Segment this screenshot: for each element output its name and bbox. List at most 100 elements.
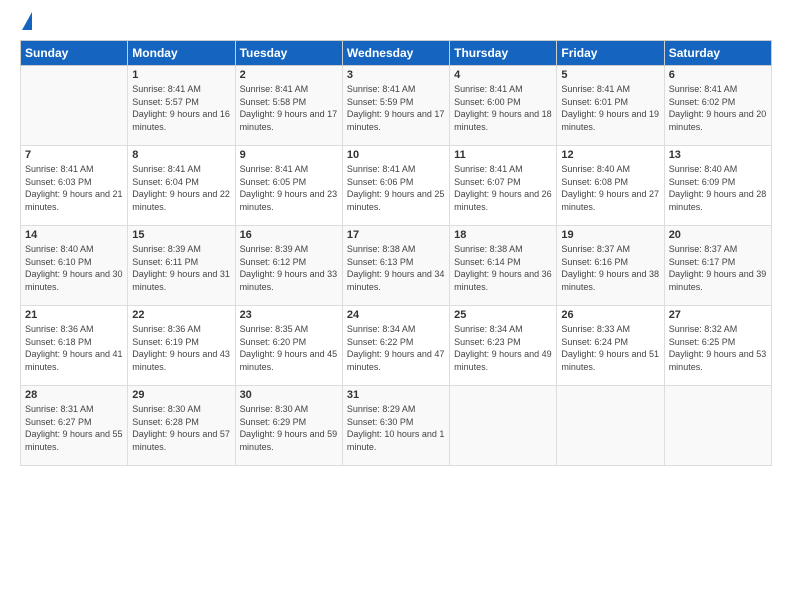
calendar-cell: 21 Sunrise: 8:36 AMSunset: 6:18 PMDayligh… bbox=[21, 306, 128, 386]
cell-details: Sunrise: 8:41 AMSunset: 6:06 PMDaylight:… bbox=[347, 163, 445, 213]
cell-details: Sunrise: 8:39 AMSunset: 6:11 PMDaylight:… bbox=[132, 243, 230, 293]
cell-details: Sunrise: 8:41 AMSunset: 5:58 PMDaylight:… bbox=[240, 83, 338, 133]
cell-details: Sunrise: 8:41 AMSunset: 6:01 PMDaylight:… bbox=[561, 83, 659, 133]
day-number: 18 bbox=[454, 229, 552, 241]
calendar-cell: 19Sunrise: 8:37 AMSunset: 6:16 PMDayligh… bbox=[557, 226, 664, 306]
calendar-cell: 11Sunrise: 8:41 AMSunset: 6:07 PMDayligh… bbox=[450, 146, 557, 226]
calendar-table: SundayMondayTuesdayWednesdayThursdayFrid… bbox=[20, 40, 772, 466]
calendar-cell: 10 Sunrise: 8:41 AMSunset: 6:06 PMDayligh… bbox=[342, 146, 449, 226]
cell-details: Sunrise: 8:34 AMSunset: 6:22 PMDaylight:… bbox=[347, 323, 445, 373]
day-number: 25 bbox=[454, 309, 552, 321]
column-header-saturday: Saturday bbox=[664, 41, 771, 66]
calendar-cell: 16 Sunrise: 8:39 AMSunset: 6:12 PMDayligh… bbox=[235, 226, 342, 306]
calendar-cell: 7 Sunrise: 8:41 AMSunset: 6:03 PMDaylight… bbox=[21, 146, 128, 226]
column-header-sunday: Sunday bbox=[21, 41, 128, 66]
calendar-cell: 5 Sunrise: 8:41 AMSunset: 6:01 PMDaylight… bbox=[557, 66, 664, 146]
day-number: 16 bbox=[240, 229, 338, 241]
page: SundayMondayTuesdayWednesdayThursdayFrid… bbox=[0, 0, 792, 612]
cell-details: Sunrise: 8:41 AMSunset: 6:00 PMDaylight:… bbox=[454, 83, 552, 133]
calendar-cell: 9 Sunrise: 8:41 AMSunset: 6:05 PMDaylight… bbox=[235, 146, 342, 226]
cell-details: Sunrise: 8:41 AMSunset: 6:04 PMDaylight:… bbox=[132, 163, 230, 213]
cell-details: Sunrise: 8:39 AMSunset: 6:12 PMDaylight:… bbox=[240, 243, 338, 293]
calendar-row-3: 14Sunrise: 8:40 AMSunset: 6:10 PMDayligh… bbox=[21, 226, 772, 306]
cell-details: Sunrise: 8:30 AMSunset: 6:29 PMDaylight:… bbox=[240, 403, 338, 453]
day-number: 11 bbox=[454, 149, 552, 161]
calendar-cell: 12 Sunrise: 8:40 AMSunset: 6:08 PMDayligh… bbox=[557, 146, 664, 226]
calendar-cell bbox=[21, 66, 128, 146]
day-number: 10 bbox=[347, 149, 445, 161]
logo bbox=[20, 16, 32, 30]
cell-details: Sunrise: 8:29 AMSunset: 6:30 PMDaylight:… bbox=[347, 403, 445, 453]
calendar-cell: 20 Sunrise: 8:37 AMSunset: 6:17 PMDayligh… bbox=[664, 226, 771, 306]
calendar-cell: 18 Sunrise: 8:38 AMSunset: 6:14 PMDayligh… bbox=[450, 226, 557, 306]
day-number: 21 bbox=[25, 309, 123, 321]
header bbox=[20, 16, 772, 30]
cell-details: Sunrise: 8:38 AMSunset: 6:14 PMDaylight:… bbox=[454, 243, 552, 293]
calendar-cell: 17Sunrise: 8:38 AMSunset: 6:13 PMDayligh… bbox=[342, 226, 449, 306]
calendar-cell: 3 Sunrise: 8:41 AMSunset: 5:59 PMDaylight… bbox=[342, 66, 449, 146]
day-number: 15 bbox=[132, 229, 230, 241]
cell-details: Sunrise: 8:41 AMSunset: 5:59 PMDaylight:… bbox=[347, 83, 445, 133]
day-number: 19 bbox=[561, 229, 659, 241]
cell-details: Sunrise: 8:36 AMSunset: 6:19 PMDaylight:… bbox=[132, 323, 230, 373]
column-header-thursday: Thursday bbox=[450, 41, 557, 66]
cell-details: Sunrise: 8:41 AMSunset: 6:05 PMDaylight:… bbox=[240, 163, 338, 213]
calendar-row-2: 7 Sunrise: 8:41 AMSunset: 6:03 PMDaylight… bbox=[21, 146, 772, 226]
calendar-cell: 22 Sunrise: 8:36 AMSunset: 6:19 PMDayligh… bbox=[128, 306, 235, 386]
day-number: 6 bbox=[669, 69, 767, 81]
day-number: 8 bbox=[132, 149, 230, 161]
calendar-row-4: 21 Sunrise: 8:36 AMSunset: 6:18 PMDayligh… bbox=[21, 306, 772, 386]
day-number: 23 bbox=[240, 309, 338, 321]
cell-details: Sunrise: 8:41 AMSunset: 6:02 PMDaylight:… bbox=[669, 83, 767, 133]
day-number: 13 bbox=[669, 149, 767, 161]
cell-details: Sunrise: 8:33 AMSunset: 6:24 PMDaylight:… bbox=[561, 323, 659, 373]
calendar-cell bbox=[557, 386, 664, 466]
day-number: 4 bbox=[454, 69, 552, 81]
calendar-cell: 27Sunrise: 8:32 AMSunset: 6:25 PMDayligh… bbox=[664, 306, 771, 386]
day-number: 26 bbox=[561, 309, 659, 321]
cell-details: Sunrise: 8:38 AMSunset: 6:13 PMDaylight:… bbox=[347, 243, 445, 293]
calendar-header-row: SundayMondayTuesdayWednesdayThursdayFrid… bbox=[21, 41, 772, 66]
column-header-friday: Friday bbox=[557, 41, 664, 66]
day-number: 20 bbox=[669, 229, 767, 241]
calendar-cell: 2 Sunrise: 8:41 AMSunset: 5:58 PMDaylight… bbox=[235, 66, 342, 146]
cell-details: Sunrise: 8:41 AMSunset: 6:03 PMDaylight:… bbox=[25, 163, 123, 213]
day-number: 9 bbox=[240, 149, 338, 161]
calendar-cell: 4 Sunrise: 8:41 AMSunset: 6:00 PMDaylight… bbox=[450, 66, 557, 146]
cell-details: Sunrise: 8:32 AMSunset: 6:25 PMDaylight:… bbox=[669, 323, 767, 373]
calendar-cell: 24 Sunrise: 8:34 AMSunset: 6:22 PMDayligh… bbox=[342, 306, 449, 386]
calendar-cell: 30Sunrise: 8:30 AMSunset: 6:29 PMDayligh… bbox=[235, 386, 342, 466]
day-number: 7 bbox=[25, 149, 123, 161]
calendar-cell bbox=[450, 386, 557, 466]
column-header-tuesday: Tuesday bbox=[235, 41, 342, 66]
calendar-row-1: 1Sunrise: 8:41 AMSunset: 5:57 PMDaylight… bbox=[21, 66, 772, 146]
cell-details: Sunrise: 8:30 AMSunset: 6:28 PMDaylight:… bbox=[132, 403, 230, 453]
day-number: 1 bbox=[132, 69, 230, 81]
day-number: 29 bbox=[132, 389, 230, 401]
calendar-cell: 31 Sunrise: 8:29 AMSunset: 6:30 PMDayligh… bbox=[342, 386, 449, 466]
cell-details: Sunrise: 8:40 AMSunset: 6:10 PMDaylight:… bbox=[25, 243, 123, 293]
calendar-cell: 1Sunrise: 8:41 AMSunset: 5:57 PMDaylight… bbox=[128, 66, 235, 146]
cell-details: Sunrise: 8:37 AMSunset: 6:17 PMDaylight:… bbox=[669, 243, 767, 293]
day-number: 3 bbox=[347, 69, 445, 81]
cell-details: Sunrise: 8:36 AMSunset: 6:18 PMDaylight:… bbox=[25, 323, 123, 373]
day-number: 2 bbox=[240, 69, 338, 81]
cell-details: Sunrise: 8:35 AMSunset: 6:20 PMDaylight:… bbox=[240, 323, 338, 373]
calendar-cell: 26 Sunrise: 8:33 AMSunset: 6:24 PMDayligh… bbox=[557, 306, 664, 386]
cell-details: Sunrise: 8:40 AMSunset: 6:08 PMDaylight:… bbox=[561, 163, 659, 213]
day-number: 5 bbox=[561, 69, 659, 81]
day-number: 24 bbox=[347, 309, 445, 321]
day-number: 12 bbox=[561, 149, 659, 161]
calendar-cell: 25 Sunrise: 8:34 AMSunset: 6:23 PMDayligh… bbox=[450, 306, 557, 386]
day-number: 31 bbox=[347, 389, 445, 401]
calendar-cell bbox=[664, 386, 771, 466]
calendar-cell: 29 Sunrise: 8:30 AMSunset: 6:28 PMDayligh… bbox=[128, 386, 235, 466]
cell-details: Sunrise: 8:40 AMSunset: 6:09 PMDaylight:… bbox=[669, 163, 767, 213]
day-number: 28 bbox=[25, 389, 123, 401]
cell-details: Sunrise: 8:31 AMSunset: 6:27 PMDaylight:… bbox=[25, 403, 123, 453]
cell-details: Sunrise: 8:34 AMSunset: 6:23 PMDaylight:… bbox=[454, 323, 552, 373]
calendar-cell: 14Sunrise: 8:40 AMSunset: 6:10 PMDayligh… bbox=[21, 226, 128, 306]
calendar-cell: 8 Sunrise: 8:41 AMSunset: 6:04 PMDaylight… bbox=[128, 146, 235, 226]
day-number: 22 bbox=[132, 309, 230, 321]
calendar-cell: 15 Sunrise: 8:39 AMSunset: 6:11 PMDayligh… bbox=[128, 226, 235, 306]
